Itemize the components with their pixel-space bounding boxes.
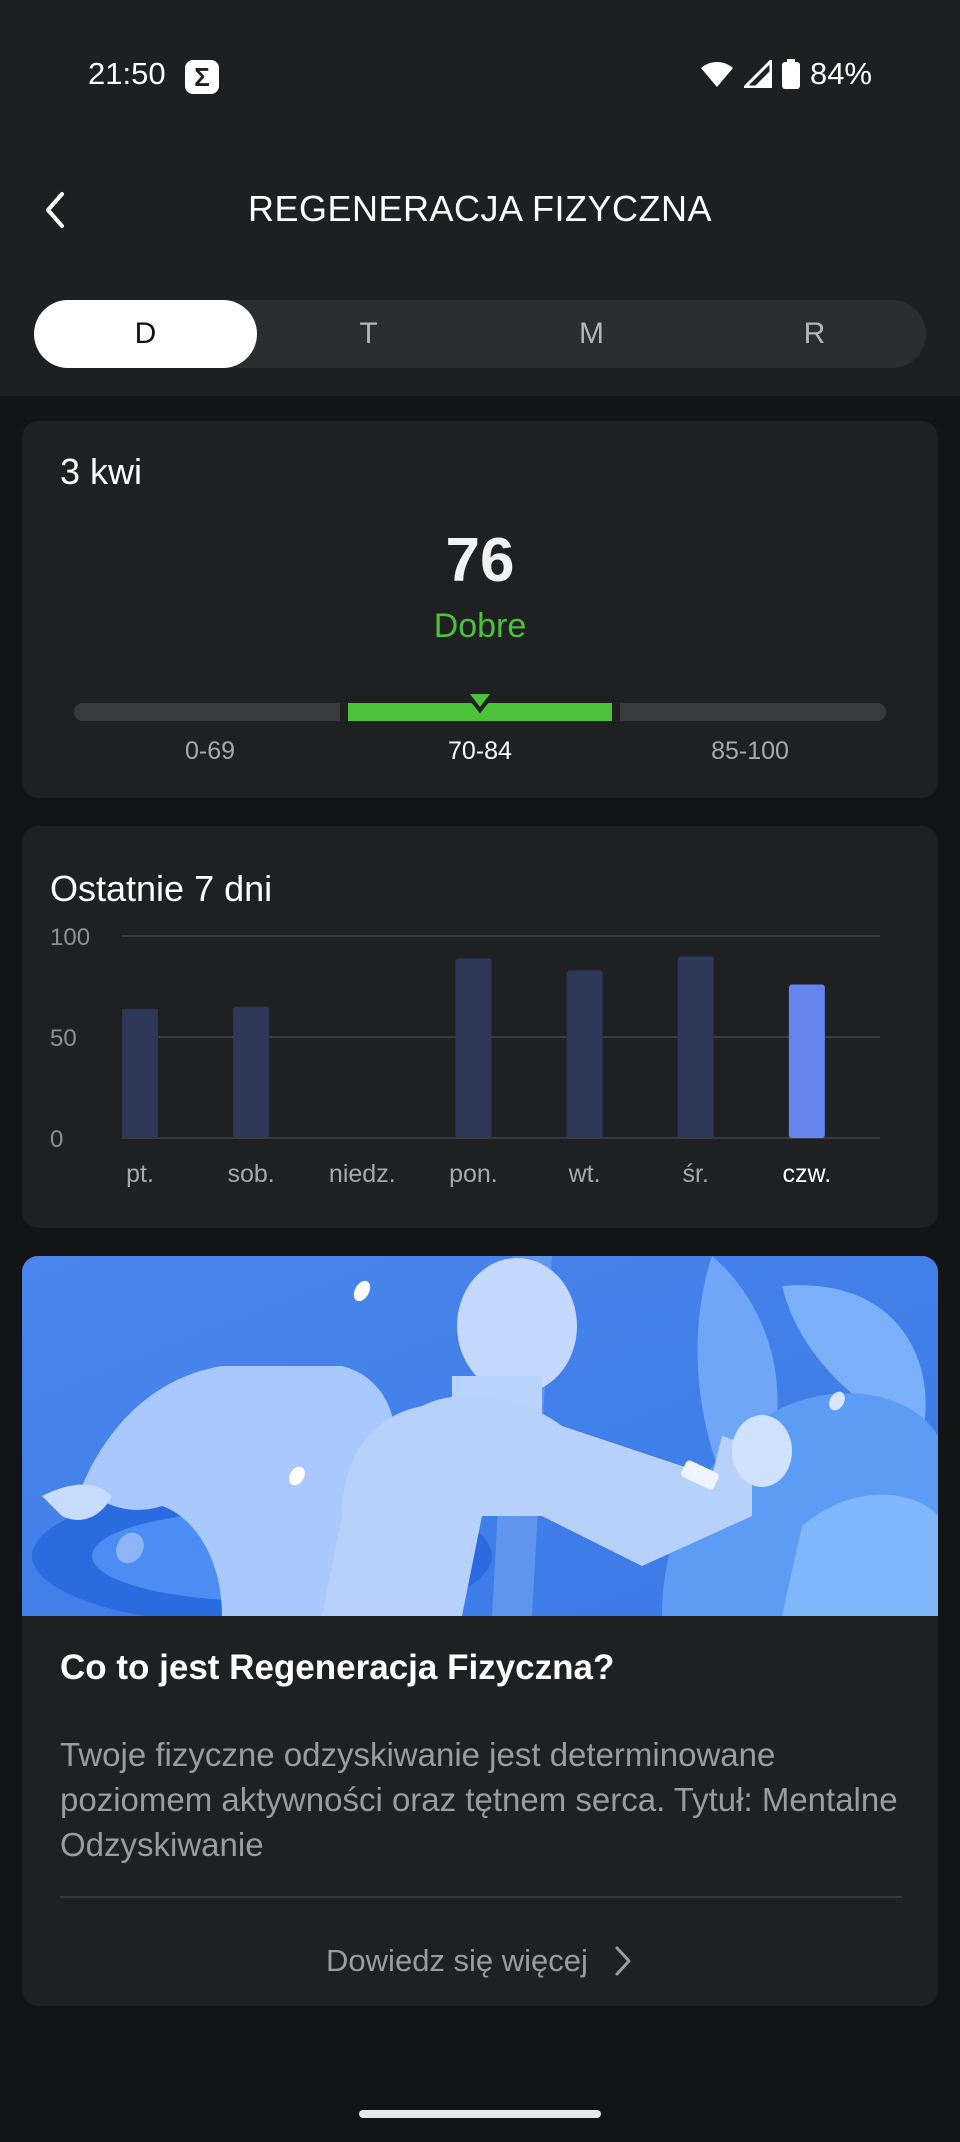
- x-tick-label: pt.: [126, 1160, 154, 1188]
- bar-chart: 100 50 0 pt. sob. niedz. pon. wt. śr. czw.: [50, 924, 880, 1188]
- tab-week[interactable]: T: [257, 300, 480, 368]
- range-label-good: 70-84: [448, 737, 512, 765]
- chart-bar[interactable]: [566, 970, 603, 1138]
- x-tick-label: niedz.: [329, 1160, 396, 1188]
- runner-illustration: [22, 1256, 938, 1616]
- sigma-icon: Σ: [185, 60, 219, 94]
- x-tick-label: czw.: [783, 1160, 832, 1188]
- chart-bar[interactable]: [677, 956, 714, 1138]
- score-card: 3 kwi 76 Dobre 0-69 70-84 85-100: [22, 421, 938, 798]
- range-label-low: 0-69: [184, 737, 236, 765]
- battery-percent: 84%: [809, 56, 872, 91]
- x-tick-label: pon.: [449, 1160, 498, 1188]
- info-card: Co to jest Regeneracja Fizyczna? Twoje f…: [22, 1256, 938, 2006]
- range-label-high: 85-100: [711, 737, 789, 765]
- learn-more-link[interactable]: Dowiedz się więcej: [22, 1936, 938, 1986]
- tab-year[interactable]: R: [703, 300, 926, 368]
- status-time: 21:50: [88, 56, 166, 91]
- score-rating: Dobre: [433, 607, 527, 645]
- period-selector: D T M R: [34, 300, 926, 368]
- recovery-score: 76: [445, 526, 515, 595]
- signal-icon: [743, 60, 772, 88]
- info-title: Co to jest Regeneracja Fizyczna?: [60, 1648, 615, 1687]
- status-icons: 84%: [700, 56, 872, 92]
- history-card: Ostatnie 7 dni 100 50 0 pt. sob. niedz. pon. wt…: [22, 826, 938, 1228]
- battery-icon: [781, 59, 800, 89]
- range-segment-low: [74, 703, 340, 721]
- info-description: Twoje fizyczne odzyskiwanie jest determi…: [60, 1736, 898, 1863]
- score-date: 3 kwi: [60, 451, 143, 492]
- y-tick-label: 50: [50, 1025, 77, 1052]
- score-marker-icon: [462, 689, 498, 714]
- app-header: 21:50 Σ 84% REGENERACJA FIZYCZNA D T M R: [0, 0, 960, 396]
- learn-more-label: Dowiedz się więcej: [326, 1943, 588, 1978]
- home-indicator[interactable]: [359, 2110, 601, 2118]
- x-tick-label: śr.: [683, 1160, 709, 1188]
- range-segment-high: [620, 703, 886, 721]
- tab-day[interactable]: D: [34, 300, 257, 368]
- chart-bar[interactable]: [233, 1006, 270, 1138]
- x-tick-label: wt.: [568, 1160, 601, 1188]
- chevron-right-icon: [615, 1946, 631, 1976]
- y-tick-label: 0: [50, 1126, 63, 1153]
- divider: [60, 1896, 902, 1898]
- chart-bar[interactable]: [788, 984, 825, 1138]
- page-title: REGENERACJA FIZYCZNA: [247, 188, 713, 229]
- tab-month[interactable]: M: [480, 300, 703, 368]
- x-tick-label: sob.: [228, 1160, 275, 1188]
- y-tick-label: 100: [50, 924, 90, 951]
- chart-bar[interactable]: [122, 1008, 158, 1138]
- wifi-icon: [700, 62, 733, 87]
- chart-bar[interactable]: [455, 958, 492, 1138]
